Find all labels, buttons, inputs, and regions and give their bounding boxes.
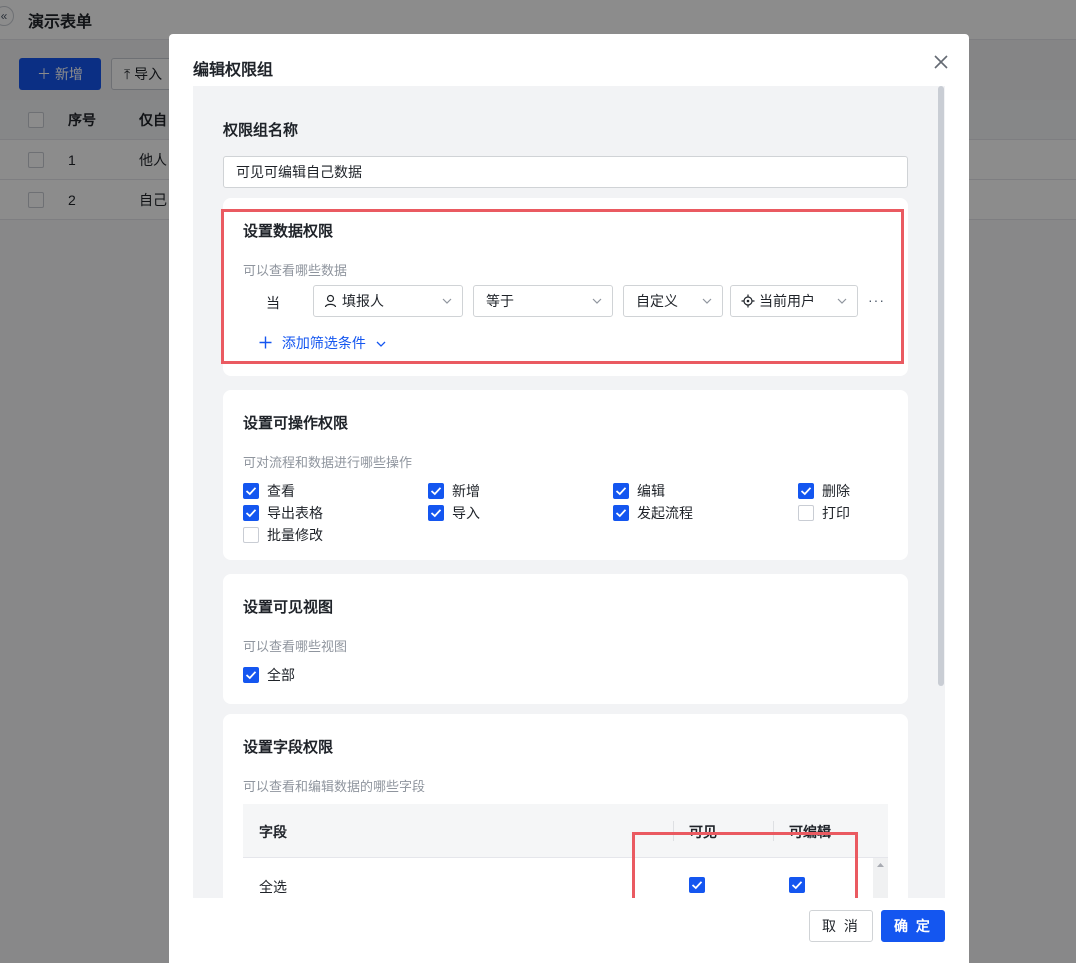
table-scrollbar[interactable] <box>873 858 888 898</box>
checkbox-unchecked-icon[interactable] <box>243 527 259 543</box>
checkbox-unchecked-icon[interactable] <box>798 505 814 521</box>
field-name: 全选 <box>259 879 287 895</box>
checkbox-checked-icon[interactable] <box>428 505 444 521</box>
group-name-input[interactable]: 可见可编辑自己数据 <box>223 156 908 188</box>
operation-option-label: 删除 <box>822 483 850 499</box>
section-desc: 可以查看哪些视图 <box>243 639 348 654</box>
checkbox-checked-icon[interactable] <box>243 483 259 499</box>
edit-permission-group-dialog: 编辑权限组 权限组名称 可见可编辑自己数据 设置数据权限 可以查看哪些数据 当 … <box>169 34 969 963</box>
checkbox-checked-icon[interactable] <box>243 667 259 683</box>
operation-option-label: 打印 <box>822 505 850 521</box>
view-option-label: 全部 <box>267 667 295 683</box>
dialog-title: 编辑权限组 <box>193 62 274 79</box>
operation-permission-card: 设置可操作权限 可对流程和数据进行哪些操作 查看 新增 编辑 删除导出表格 导入 发起流程… <box>223 390 908 560</box>
dialog-scrollbar-thumb[interactable] <box>938 86 944 686</box>
section-desc: 可以查看和编辑数据的哪些字段 <box>243 779 426 794</box>
operation-option-label: 新增 <box>452 483 480 499</box>
highlight-box-field-columns <box>632 832 858 898</box>
group-name-label: 权限组名称 <box>223 122 299 139</box>
section-title: 设置可见视图 <box>243 599 334 616</box>
section-title: 设置可操作权限 <box>243 415 349 432</box>
operation-option-label: 导入 <box>452 505 480 521</box>
operation-option-label: 编辑 <box>637 483 665 499</box>
section-title: 设置字段权限 <box>243 739 334 756</box>
view-permission-card: 设置可见视图 可以查看哪些视图 全部 <box>223 574 908 704</box>
checkbox-checked-icon[interactable] <box>613 483 629 499</box>
cancel-button[interactable]: 取 消 <box>809 910 873 942</box>
operation-option-label: 批量修改 <box>267 527 323 543</box>
close-icon[interactable] <box>931 52 951 72</box>
section-desc: 可对流程和数据进行哪些操作 <box>243 455 413 470</box>
operation-option-label: 导出表格 <box>267 505 323 521</box>
column-header-field: 字段 <box>259 824 287 840</box>
operation-option-label: 发起流程 <box>637 505 693 521</box>
highlight-box-data-permission <box>221 209 904 364</box>
confirm-button[interactable]: 确 定 <box>881 910 945 942</box>
scroll-up-icon[interactable] <box>873 859 888 871</box>
checkbox-checked-icon[interactable] <box>243 505 259 521</box>
dialog-body: 权限组名称 可见可编辑自己数据 设置数据权限 可以查看哪些数据 当 填报人 等于… <box>193 86 945 898</box>
operation-option-label: 查看 <box>267 483 295 499</box>
checkbox-checked-icon[interactable] <box>613 505 629 521</box>
checkbox-checked-icon[interactable] <box>428 483 444 499</box>
checkbox-checked-icon[interactable] <box>798 483 814 499</box>
